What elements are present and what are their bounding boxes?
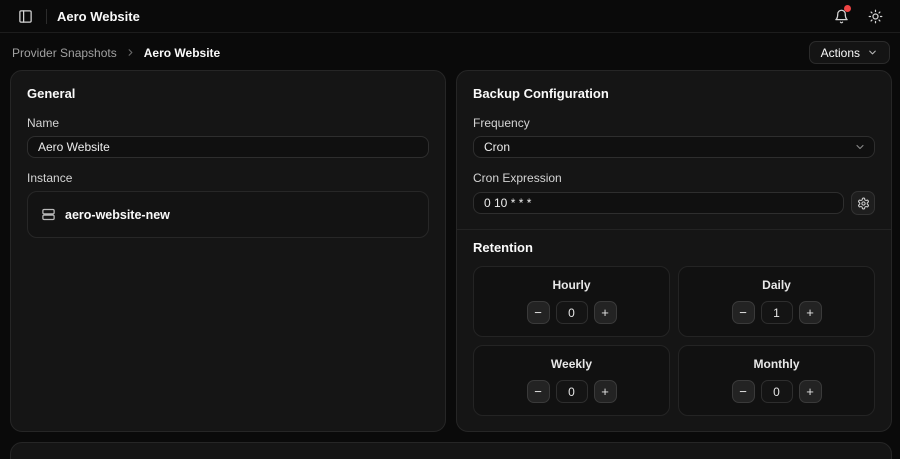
retention-weekly-box: Weekly − 0 + — [473, 345, 670, 416]
frequency-selected-value: Cron — [484, 140, 511, 154]
breadcrumb-current: Aero Website — [143, 45, 221, 60]
daily-decrement-button[interactable]: − — [731, 301, 755, 324]
notifications-button[interactable] — [830, 5, 852, 27]
server-icon — [41, 207, 56, 222]
retention-section: Retention Hourly − 0 + Daily − 1 + Weekl… — [457, 229, 891, 416]
topbar-divider — [46, 8, 47, 24]
name-field-label: Name — [27, 116, 60, 130]
hourly-increment-button[interactable]: + — [593, 301, 617, 324]
monthly-decrement-button[interactable]: − — [731, 380, 755, 403]
general-card-title: General — [27, 86, 76, 101]
hourly-decrement-button[interactable]: − — [526, 301, 550, 324]
actions-button[interactable]: Actions — [808, 41, 890, 64]
page-title: Aero Website — [57, 8, 140, 24]
retention-hourly-box: Hourly − 0 + — [473, 266, 670, 337]
monthly-value[interactable]: 0 — [760, 380, 793, 403]
retention-daily-box: Daily − 1 + — [678, 266, 875, 337]
retention-weekly-label: Weekly — [550, 357, 593, 371]
hourly-value[interactable]: 0 — [555, 301, 588, 324]
weekly-decrement-button[interactable]: − — [526, 380, 550, 403]
actions-button-label: Actions — [820, 45, 860, 60]
instance-item[interactable]: aero-website-new — [27, 191, 429, 238]
name-input[interactable] — [27, 136, 429, 158]
retention-monthly-label: Monthly — [753, 357, 800, 371]
instance-name: aero-website-new — [65, 207, 170, 222]
retention-title: Retention — [473, 240, 533, 255]
frequency-select[interactable]: Cron — [473, 136, 875, 158]
frequency-field-label: Frequency — [473, 116, 530, 130]
weekly-value[interactable]: 0 — [555, 380, 588, 403]
gear-icon — [857, 197, 870, 210]
breadcrumb-parent-link[interactable]: Provider Snapshots — [12, 46, 117, 60]
monthly-increment-button[interactable]: + — [798, 380, 822, 403]
instance-field-label: Instance — [27, 171, 73, 185]
topbar-actions — [830, 5, 886, 27]
cron-expression-label: Cron Expression — [473, 171, 562, 185]
daily-increment-button[interactable]: + — [798, 301, 822, 324]
details-card: Details Next Snapshot in 5h — [10, 442, 892, 459]
top-bar: Aero Website — [0, 0, 900, 33]
daily-value[interactable]: 1 — [760, 301, 793, 324]
chevron-down-icon — [854, 141, 866, 153]
sidebar-toggle-button[interactable] — [14, 5, 36, 27]
backup-card-title: Backup Configuration — [473, 86, 609, 101]
sun-icon — [868, 9, 883, 24]
chevron-down-icon — [867, 47, 878, 58]
retention-hourly-label: Hourly — [552, 278, 591, 292]
weekly-increment-button[interactable]: + — [593, 380, 617, 403]
backup-configuration-card: Backup Configuration Frequency Cron Cron… — [456, 70, 892, 432]
breadcrumb-row: Provider Snapshots Aero Website Actions — [0, 33, 900, 70]
main-content: General Name Instance aero-website-new — [0, 70, 900, 459]
cron-settings-button[interactable] — [851, 191, 875, 215]
retention-monthly-box: Monthly − 0 + — [678, 345, 875, 416]
retention-daily-label: Daily — [762, 278, 791, 292]
panel-left-icon — [18, 9, 33, 24]
notification-dot — [844, 5, 851, 12]
theme-toggle-button[interactable] — [864, 5, 886, 27]
general-card: General Name Instance aero-website-new — [10, 70, 446, 432]
cron-expression-input[interactable] — [473, 192, 844, 214]
chevron-right-icon — [125, 47, 136, 58]
